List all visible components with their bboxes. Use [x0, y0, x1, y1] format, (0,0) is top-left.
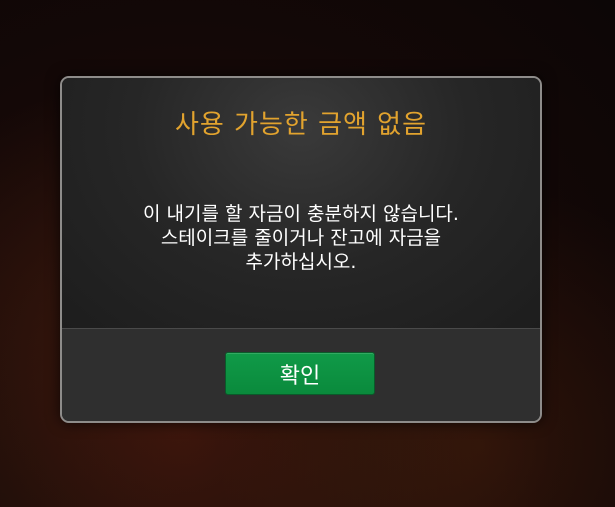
insufficient-funds-dialog: 사용 가능한 금액 없음 이 내기를 할 자금이 충분하지 않습니다. 스테이크… [60, 76, 542, 423]
confirm-button[interactable]: 확인 [225, 352, 375, 395]
dialog-footer: 확인 [62, 329, 540, 421]
dialog-message: 이 내기를 할 자금이 충분하지 않습니다. 스테이크를 줄이거나 잔고에 자금… [143, 203, 459, 273]
dialog-title: 사용 가능한 금액 없음 [174, 110, 428, 140]
dialog-body: 사용 가능한 금액 없음 이 내기를 할 자금이 충분하지 않습니다. 스테이크… [62, 78, 540, 329]
